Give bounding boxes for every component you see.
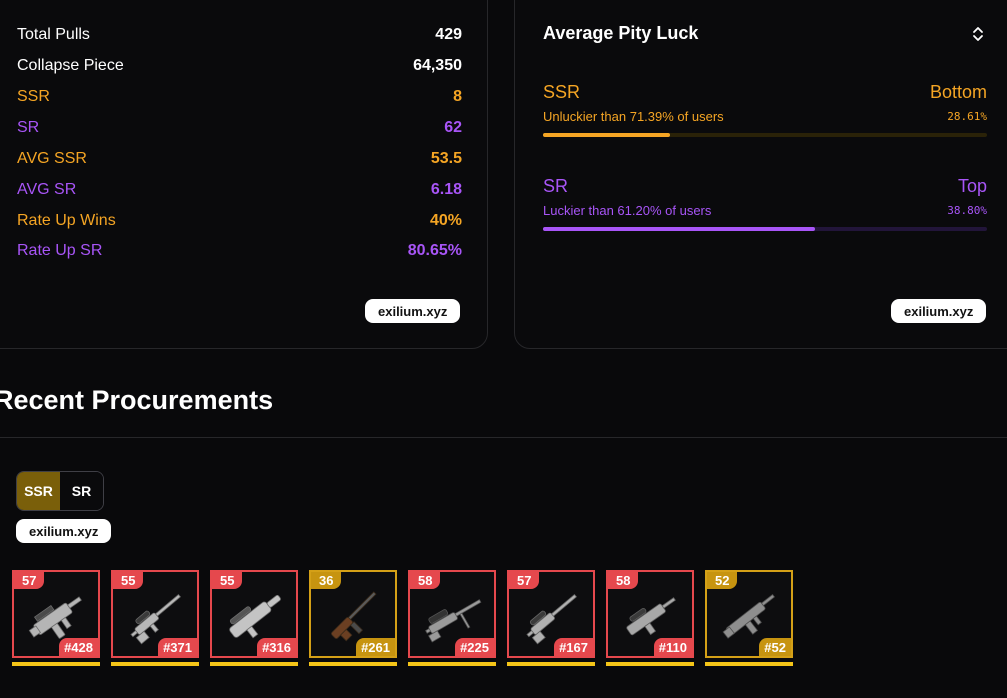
rarity-toggle: SSR SR xyxy=(16,471,104,511)
procurements-panel xyxy=(0,437,1007,698)
pull-number-badge: #371 xyxy=(158,638,197,656)
ssr-luck-bar-fill xyxy=(543,133,671,137)
stats-card: Total Pulls 429 Collapse Piece 64,350 SS… xyxy=(0,0,488,349)
stat-row-rate-up-sr: Rate Up SR 80.65% xyxy=(17,239,462,263)
stat-value: 80.65% xyxy=(407,242,462,259)
stat-value: 429 xyxy=(435,26,462,43)
watermark-badge[interactable]: exilium.xyz xyxy=(891,299,987,323)
watermark-badge[interactable]: exilium.xyz xyxy=(16,519,112,543)
ssr-luck-text: Unluckier than 71.39% of users xyxy=(543,109,724,124)
assault-rifle-icon xyxy=(722,593,775,639)
stat-row-avg-ssr: AVG SSR 53.5 xyxy=(17,147,462,171)
pull-card[interactable]: 55 #371 xyxy=(111,570,199,658)
stat-label: Collapse Piece xyxy=(17,57,124,74)
stat-value: 40% xyxy=(429,212,462,229)
scoped-rifle-icon xyxy=(425,599,482,643)
pull-underline xyxy=(111,662,199,666)
pity-luck-card: Average Pity Luck SSR Bottom Unluckier t… xyxy=(514,0,1007,349)
pull-number-badge: #428 xyxy=(59,638,98,656)
section-title: Recent Procurements xyxy=(0,385,274,415)
pull-underline xyxy=(705,662,793,666)
smg-icon xyxy=(28,596,82,639)
pull-pity-badge: 36 xyxy=(311,572,342,589)
pull-underline xyxy=(507,662,595,666)
sniper-rifle-icon xyxy=(130,593,181,645)
sr-luck-block: SR Top Luckier than 61.20% of users 38.8… xyxy=(543,176,987,231)
ssr-luck-block: SSR Bottom Unluckier than 71.39% of user… xyxy=(543,82,987,137)
stat-value: 62 xyxy=(444,119,462,136)
pull-number-badge: #167 xyxy=(554,638,593,656)
pull-underline xyxy=(12,662,100,666)
pull-pity-badge: 58 xyxy=(608,572,639,589)
pull-card[interactable]: 55 #316 xyxy=(210,570,298,658)
sr-luck-bar xyxy=(543,227,987,231)
pull-number-badge: #316 xyxy=(257,638,296,656)
pull-number-badge: #52 xyxy=(759,638,791,656)
stat-value: 8 xyxy=(453,88,462,105)
pull-card[interactable]: 36 #261 xyxy=(309,570,397,658)
stat-label: SSR xyxy=(17,88,50,105)
stat-row-ssr: SSR 8 xyxy=(17,85,462,109)
stat-label: Total Pulls xyxy=(17,26,90,43)
pull-number-badge: #261 xyxy=(356,638,395,656)
chevron-up-down-icon[interactable] xyxy=(971,25,985,43)
pull-number-badge: #225 xyxy=(455,638,494,656)
pull-underline xyxy=(210,662,298,666)
stat-row-avg-sr: AVG SR 6.18 xyxy=(17,178,462,202)
pull-card[interactable]: 58 #110 xyxy=(606,570,694,658)
sr-luck-bar-fill xyxy=(543,227,815,231)
ssr-luck-label: SSR xyxy=(543,82,581,102)
pull-pity-badge: 55 xyxy=(212,572,243,589)
watermark-badge[interactable]: exilium.xyz xyxy=(365,299,461,323)
stat-row-total-pulls: Total Pulls 429 xyxy=(17,23,462,47)
pull-pity-badge: 57 xyxy=(509,572,540,589)
stat-value: 6.18 xyxy=(430,181,462,198)
ssr-luck-percent: 28.61% xyxy=(947,110,987,123)
stat-row-rate-up-wins: Rate Up Wins 40% xyxy=(17,209,462,233)
sr-luck-text: Luckier than 61.20% of users xyxy=(543,203,712,218)
stat-label: Rate Up Wins xyxy=(17,212,116,229)
stat-row-sr: SR 62 xyxy=(17,116,462,140)
pull-card[interactable]: 52 #52 xyxy=(705,570,793,658)
sniper-rifle-icon xyxy=(526,593,577,645)
pull-underline xyxy=(606,662,694,666)
stat-row-collapse-piece: Collapse Piece 64,350 xyxy=(17,54,462,78)
stat-value: 53.5 xyxy=(430,150,462,167)
stat-label: SR xyxy=(17,119,40,136)
pull-underline xyxy=(408,662,496,666)
stat-label: Rate Up SR xyxy=(17,242,103,259)
pull-underline xyxy=(309,662,397,666)
pull-card[interactable]: 57 #428 xyxy=(12,570,100,658)
stat-label: AVG SR xyxy=(17,181,77,198)
sr-luck-rank: Top xyxy=(957,176,987,196)
pull-card[interactable]: 58 #225 xyxy=(408,570,496,658)
pull-pity-badge: 58 xyxy=(410,572,441,589)
sr-luck-percent: 38.80% xyxy=(947,204,987,217)
pull-pity-badge: 52 xyxy=(707,572,738,589)
stat-value: 64,350 xyxy=(413,57,462,74)
stat-label: AVG SSR xyxy=(17,150,87,167)
toggle-ssr[interactable]: SSR xyxy=(17,472,60,510)
pull-card[interactable]: 57 #167 xyxy=(507,570,595,658)
toggle-sr[interactable]: SR xyxy=(60,472,103,510)
pull-pity-badge: 57 xyxy=(14,572,45,589)
wooden-rifle-icon xyxy=(331,591,377,642)
ssr-luck-bar xyxy=(543,133,987,137)
ssr-luck-rank: Bottom xyxy=(929,82,987,102)
compact-rifle-icon xyxy=(626,597,676,636)
pull-number-badge: #110 xyxy=(653,638,692,656)
pull-pity-badge: 55 xyxy=(113,572,144,589)
heavy-rifle-icon xyxy=(229,594,281,639)
pity-luck-title: Average Pity Luck xyxy=(543,23,699,43)
sr-luck-label: SR xyxy=(543,176,569,196)
